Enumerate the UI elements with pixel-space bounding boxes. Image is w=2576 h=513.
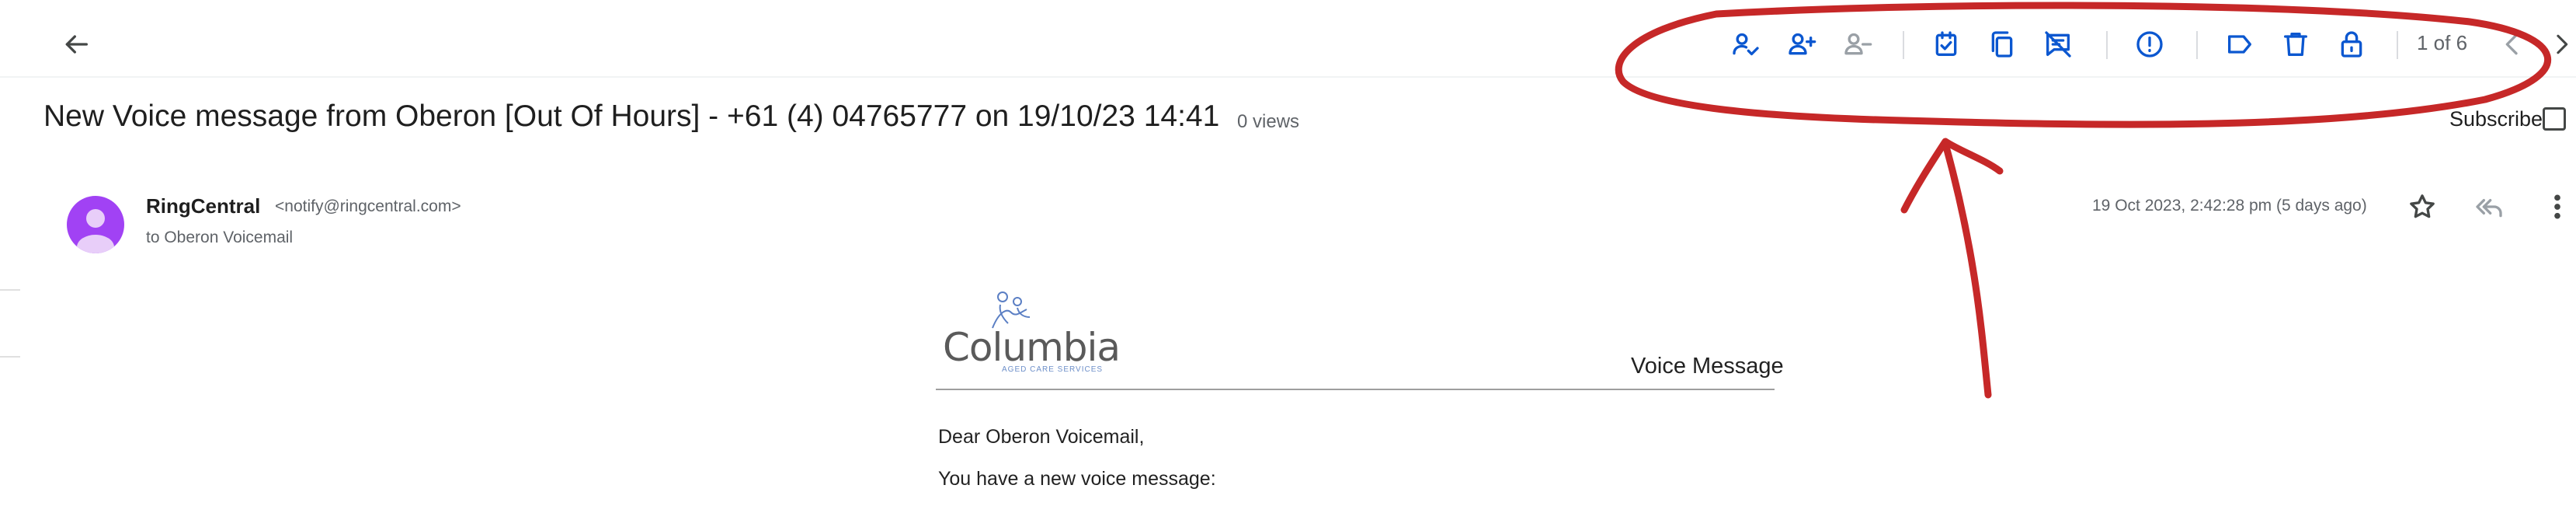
mark-unread-icon: [2045, 31, 2071, 58]
remove-person-icon: [1844, 33, 1872, 55]
delete-button[interactable]: [2272, 21, 2319, 68]
more-options-button[interactable]: [2534, 183, 2576, 230]
add-to-tasks-button[interactable]: [1923, 21, 1969, 68]
annotation-arrow-shaft: [1942, 140, 1992, 399]
email-divider: [936, 389, 1775, 390]
copy-button[interactable]: [1979, 21, 2025, 68]
email-greeting: Dear Oberon Voicemail,: [938, 426, 1145, 448]
previous-button[interactable]: [2489, 21, 2536, 68]
sender-name[interactable]: RingCentral: [146, 194, 260, 218]
back-arrow-icon: [65, 35, 89, 54]
subscribe-label: Subscribe: [2449, 107, 2543, 131]
annotation-arrow-head: [1900, 138, 2004, 214]
remove-person-button[interactable]: [1834, 21, 1881, 68]
toolbar-divider: [1903, 31, 1904, 59]
toolbar-divider: [2397, 31, 2398, 59]
left-edge-marker: [0, 356, 20, 358]
toolbar-separator: [0, 76, 2576, 78]
add-person-icon: [1789, 33, 1816, 55]
columbia-logo: Columbia AGED CARE SERVICES: [940, 289, 1121, 375]
sender-email: <notify@ringcentral.com>: [275, 197, 461, 215]
lock-button[interactable]: [2328, 21, 2375, 68]
copy-icon: [1991, 31, 2013, 58]
toolbar-divider: [2196, 31, 2198, 59]
mark-unread-button[interactable]: [2035, 21, 2081, 68]
back-button[interactable]: [53, 21, 99, 68]
logo-subtext: AGED CARE SERVICES: [1002, 365, 1104, 374]
person-icon: [77, 209, 114, 253]
assign-to-me-icon: [1733, 33, 1759, 56]
view-count: 0 views: [1237, 111, 1300, 132]
task-check-icon: [1935, 31, 1957, 56]
chevron-left-icon: [2505, 33, 2518, 55]
add-person-button[interactable]: [1778, 21, 1825, 68]
voice-message-heading: Voice Message: [1631, 354, 1784, 379]
star-button[interactable]: [2399, 183, 2446, 230]
reply-all-icon: [2476, 199, 2502, 218]
subscribe-checkbox[interactable]: [2543, 107, 2566, 131]
logo-wordmark: Columbia: [943, 325, 1121, 370]
label-icon: [2228, 35, 2251, 54]
recipient-line[interactable]: to Oberon Voicemail: [146, 229, 293, 247]
toolbar-divider: [2106, 31, 2108, 59]
star-icon: [2410, 194, 2435, 218]
message-date: 19 Oct 2023, 2:42:28 pm (5 days ago): [2092, 197, 2367, 215]
assign-to-me-button[interactable]: [1723, 21, 1769, 68]
email-intro: You have a new voice message:: [938, 468, 1216, 490]
more-vert-icon: [2554, 194, 2560, 219]
lock-icon: [2341, 31, 2362, 58]
avatar: [67, 196, 124, 253]
report-spam-button[interactable]: [2126, 21, 2173, 68]
chevron-right-icon: [2557, 34, 2568, 54]
pager-count: 1 of 6: [2417, 31, 2468, 54]
label-button[interactable]: [2216, 21, 2263, 68]
reply-all-button[interactable]: [2466, 183, 2512, 230]
message-subject: New Voice message from Oberon [Out Of Ho…: [43, 99, 1220, 133]
report-spam-icon: [2136, 31, 2163, 58]
next-button[interactable]: [2547, 21, 2576, 68]
left-edge-marker: [0, 289, 20, 291]
delete-icon: [2284, 33, 2307, 57]
